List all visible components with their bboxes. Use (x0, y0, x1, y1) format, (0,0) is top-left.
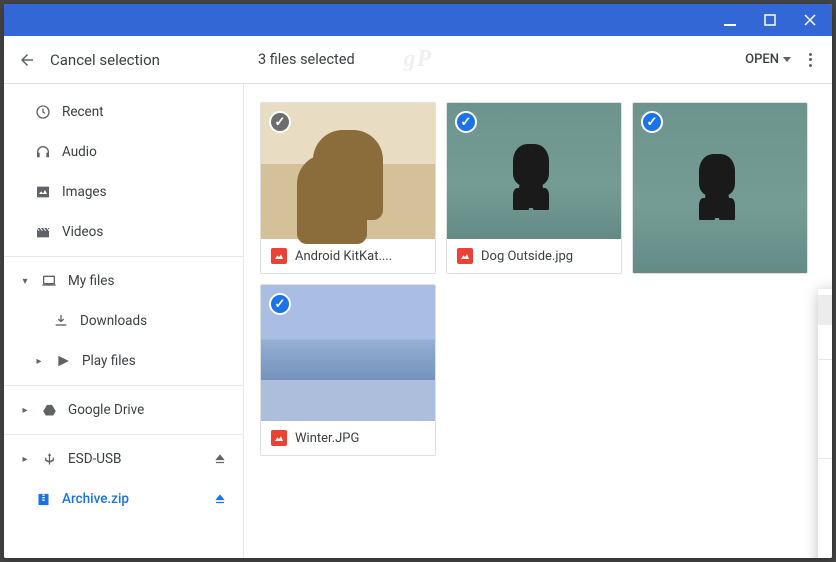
context-menu: Open with Gallery Open with… Cut Ctrl+X … (818, 289, 832, 558)
sidebar-item-esd-usb[interactable]: ▸ ESD-USB (4, 439, 243, 479)
clapper-icon (34, 224, 52, 240)
image-file-icon (271, 430, 287, 446)
file-tile[interactable]: ✓ Dog Outside.jpg (446, 102, 622, 274)
sidebar-item-audio[interactable]: Audio (4, 132, 243, 172)
ctx-rename: Rename Ctrl+Enter (818, 493, 832, 523)
window-titlebar (4, 4, 832, 36)
sidebar-item-downloads[interactable]: Downloads (4, 301, 243, 341)
sidebar-label: My files (68, 273, 114, 289)
ctx-open-gallery[interactable]: Open with Gallery (818, 295, 832, 325)
archive-icon (34, 492, 52, 507)
back-arrow-icon (18, 51, 36, 69)
drive-icon (40, 403, 58, 418)
sidebar-label: Play files (82, 353, 136, 369)
cancel-selection-button[interactable]: Cancel selection (18, 51, 160, 69)
chevron-right-icon: ▸ (20, 405, 30, 416)
file-caption: Android KitKat.... (261, 239, 435, 273)
file-tile[interactable]: ✓ Android KitKat.... (260, 102, 436, 274)
download-icon (52, 313, 70, 329)
open-button[interactable]: OPEN (745, 52, 791, 67)
sidebar-label: Archive.zip (62, 491, 129, 507)
window-maximize-button[interactable] (752, 6, 788, 34)
file-thumbnail: ✓ (261, 285, 435, 421)
more-options-button[interactable] (803, 47, 818, 73)
file-tile[interactable]: ✓ Winter.JPG (260, 284, 436, 456)
sidebar-item-archive[interactable]: Archive.zip (4, 479, 243, 519)
sidebar-item-my-files[interactable]: ▾ My files (4, 261, 243, 301)
ctx-paste: Paste Ctrl+V (818, 424, 832, 454)
file-thumbnail: ✓ (261, 103, 435, 239)
cancel-selection-label: Cancel selection (50, 51, 160, 69)
sidebar-label: Videos (62, 224, 103, 240)
window-minimize-button[interactable] (712, 6, 748, 34)
sidebar: Recent Audio Images Videos ▾ My files (4, 84, 244, 558)
selection-badge[interactable]: ✓ (269, 293, 291, 315)
ctx-zip: Zip selection (818, 553, 832, 558)
files-app-window: Cancel selection gP 3 files selected OPE… (4, 4, 832, 558)
ctx-open-with[interactable]: Open with… (818, 325, 832, 355)
file-caption: Dog Outside.jpg (447, 239, 621, 273)
dropdown-caret-icon (783, 57, 791, 62)
ctx-copy[interactable]: Copy Ctrl+C (818, 394, 832, 424)
ctx-separator (818, 458, 832, 459)
chevron-down-icon: ▾ (20, 276, 30, 287)
file-name: Android KitKat.... (295, 249, 392, 264)
selection-badge[interactable]: ✓ (641, 111, 663, 133)
sidebar-label: ESD-USB (68, 451, 121, 467)
toolbar: Cancel selection gP 3 files selected OPE… (4, 36, 832, 84)
headphones-icon (34, 144, 52, 160)
laptop-icon (40, 273, 58, 289)
file-grid: ✓ Android KitKat.... ✓ Dog Outside.jpg (244, 84, 832, 558)
sidebar-label: Images (62, 184, 107, 200)
file-name: Winter.JPG (295, 431, 359, 446)
eject-icon[interactable] (213, 452, 227, 466)
chevron-right-icon: ▸ (34, 356, 44, 367)
sidebar-separator (4, 256, 243, 257)
image-icon (34, 184, 52, 200)
ctx-delete: Delete Alt+Backspace (818, 523, 832, 553)
ctx-cut: Cut Ctrl+X (818, 364, 832, 394)
open-button-label: OPEN (745, 52, 779, 67)
image-file-icon (271, 248, 287, 264)
sidebar-label: Downloads (80, 313, 147, 329)
selection-status: 3 files selected (258, 51, 355, 68)
image-file-icon (457, 248, 473, 264)
file-caption: Winter.JPG (261, 421, 435, 455)
file-name: Dog Outside.jpg (481, 249, 573, 264)
selection-badge[interactable]: ✓ (269, 111, 291, 133)
sidebar-separator (4, 434, 243, 435)
file-thumbnail: ✓ (633, 103, 807, 273)
eject-icon[interactable] (213, 492, 227, 506)
file-thumbnail: ✓ (447, 103, 621, 239)
sidebar-item-videos[interactable]: Videos (4, 212, 243, 252)
sidebar-item-google-drive[interactable]: ▸ Google Drive (4, 390, 243, 430)
content-area: Recent Audio Images Videos ▾ My files (4, 84, 832, 558)
clock-icon (34, 104, 52, 120)
chevron-right-icon: ▸ (20, 454, 30, 465)
sidebar-item-play-files[interactable]: ▸ Play files (4, 341, 243, 381)
sidebar-label: Audio (62, 144, 97, 160)
file-tile[interactable]: ✓ (632, 102, 808, 274)
ctx-separator (818, 359, 832, 360)
window-close-button[interactable] (792, 6, 828, 34)
sidebar-separator (4, 385, 243, 386)
usb-icon (40, 452, 58, 467)
sidebar-item-images[interactable]: Images (4, 172, 243, 212)
selection-badge[interactable]: ✓ (455, 111, 477, 133)
ctx-get-info: Get info Space (818, 463, 832, 493)
watermark: gP (404, 46, 433, 73)
sidebar-item-recent[interactable]: Recent (4, 92, 243, 132)
sidebar-label: Google Drive (68, 402, 144, 418)
sidebar-label: Recent (62, 104, 104, 120)
play-icon (54, 354, 72, 368)
